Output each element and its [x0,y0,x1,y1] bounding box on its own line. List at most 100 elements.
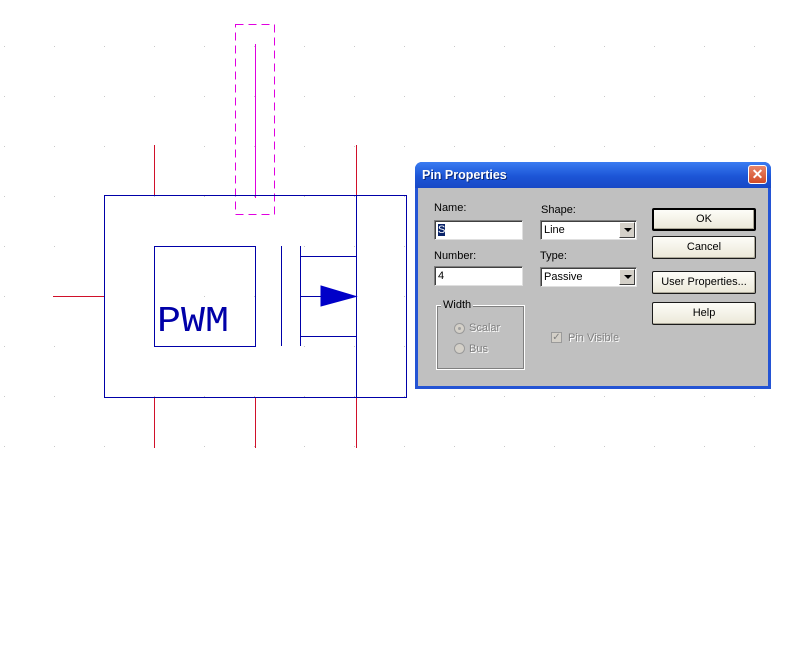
grid-dot [54,46,55,47]
grid-dot [4,46,5,47]
user-properties-button[interactable]: User Properties... [652,271,756,294]
grid-dot [504,446,505,447]
grid-dot [254,46,255,47]
grid-dot [4,196,5,197]
grid-dot [4,96,5,97]
grid-dot [704,46,705,47]
grid-dot [4,296,5,297]
dialog-client-area: Name: S Number: 4 Shape: Line Type: Pass… [418,188,768,386]
grid-dot [204,146,205,147]
chevron-down-icon[interactable] [619,269,635,285]
grid-dot [154,96,155,97]
grid-dot [4,446,5,447]
grid-dot [254,396,255,397]
grid-dot [554,46,555,47]
grid-dot [604,446,605,447]
grid-dot [304,96,305,97]
type-label: Type: [540,250,567,262]
type-select[interactable]: Passive [540,267,637,287]
grid-dot [304,146,305,147]
grid-dot [654,396,655,397]
grid-dot [704,96,705,97]
grid-dot [554,396,555,397]
grid-dot [404,296,405,297]
grid-dot [304,396,305,397]
grid-dot [254,146,255,147]
number-field[interactable]: 4 [434,266,523,286]
grid-dot [404,96,405,97]
grid-dot [104,446,105,447]
cancel-button[interactable]: Cancel [652,236,756,259]
grid-dot [304,446,305,447]
grid-dot [754,396,755,397]
grid-dot [354,446,355,447]
pin-visible-label: Pin Visible [568,332,620,344]
grid-dot [404,46,405,47]
grid-dot [54,246,55,247]
component-body[interactable] [104,195,407,398]
grid-dot [4,246,5,247]
close-icon[interactable]: ✕ [748,165,767,184]
grid-dot [104,96,105,97]
grid-dot [404,196,405,197]
grid-dot [504,146,505,147]
grid-dot [354,246,355,247]
grid-dot [454,46,455,47]
type-select-value: Passive [544,271,583,283]
grid-dot [604,96,605,97]
grid-dot [354,146,355,147]
shape-select-value: Line [544,224,565,236]
grid-dot [454,146,455,147]
grid-dot [304,246,305,247]
grid-dot [354,396,355,397]
grid-dot [4,146,5,147]
grid-dot [204,296,205,297]
grid-dot [554,446,555,447]
grid-dot [754,146,755,147]
grid-dot [604,396,605,397]
dialog-titlebar[interactable]: Pin Properties ✕ [415,162,771,188]
name-field[interactable]: S [434,220,523,240]
grid-dot [54,96,55,97]
grid-dot [654,46,655,47]
grid-dot [354,46,355,47]
chevron-down-icon[interactable] [619,222,635,238]
scalar-radio-label: Scalar [469,322,501,334]
grid-dot [254,96,255,97]
pin-properties-dialog: Pin Properties ✕ Name: S Number: 4 Shape… [415,162,771,389]
bus-radio-label: Bus [469,343,488,355]
grid-dot [304,196,305,197]
bus-radio[interactable] [454,343,465,354]
grid-dot [254,446,255,447]
selected-pin-s[interactable] [235,24,275,215]
grid-dot [54,346,55,347]
grid-dot [454,446,455,447]
grid-dot [154,196,155,197]
grid-dot [54,196,55,197]
grid-dot [404,396,405,397]
grid-dot [4,346,5,347]
grid-dot [204,196,205,197]
dialog-title: Pin Properties [422,168,507,182]
grid-dot [754,446,755,447]
grid-dot [254,196,255,197]
grid-dot [54,396,55,397]
grid-dot [404,246,405,247]
grid-dot [754,96,755,97]
name-label: Name: [434,202,467,214]
grid-dot [304,346,305,347]
grid-dot [354,96,355,97]
grid-dot [54,146,55,147]
shape-select[interactable]: Line [540,220,637,240]
grid-dot [304,46,305,47]
width-group-label: Width [441,299,474,311]
grid-dot [754,46,755,47]
scalar-radio[interactable] [454,323,465,334]
grid-dot [354,196,355,197]
component-label: PWM [157,301,229,342]
ok-button[interactable]: OK [652,208,756,231]
pin-visible-checkbox[interactable]: ✓ [551,332,562,343]
grid-dot [704,146,705,147]
help-button[interactable]: Help [652,302,756,325]
grid-dot [554,146,555,147]
